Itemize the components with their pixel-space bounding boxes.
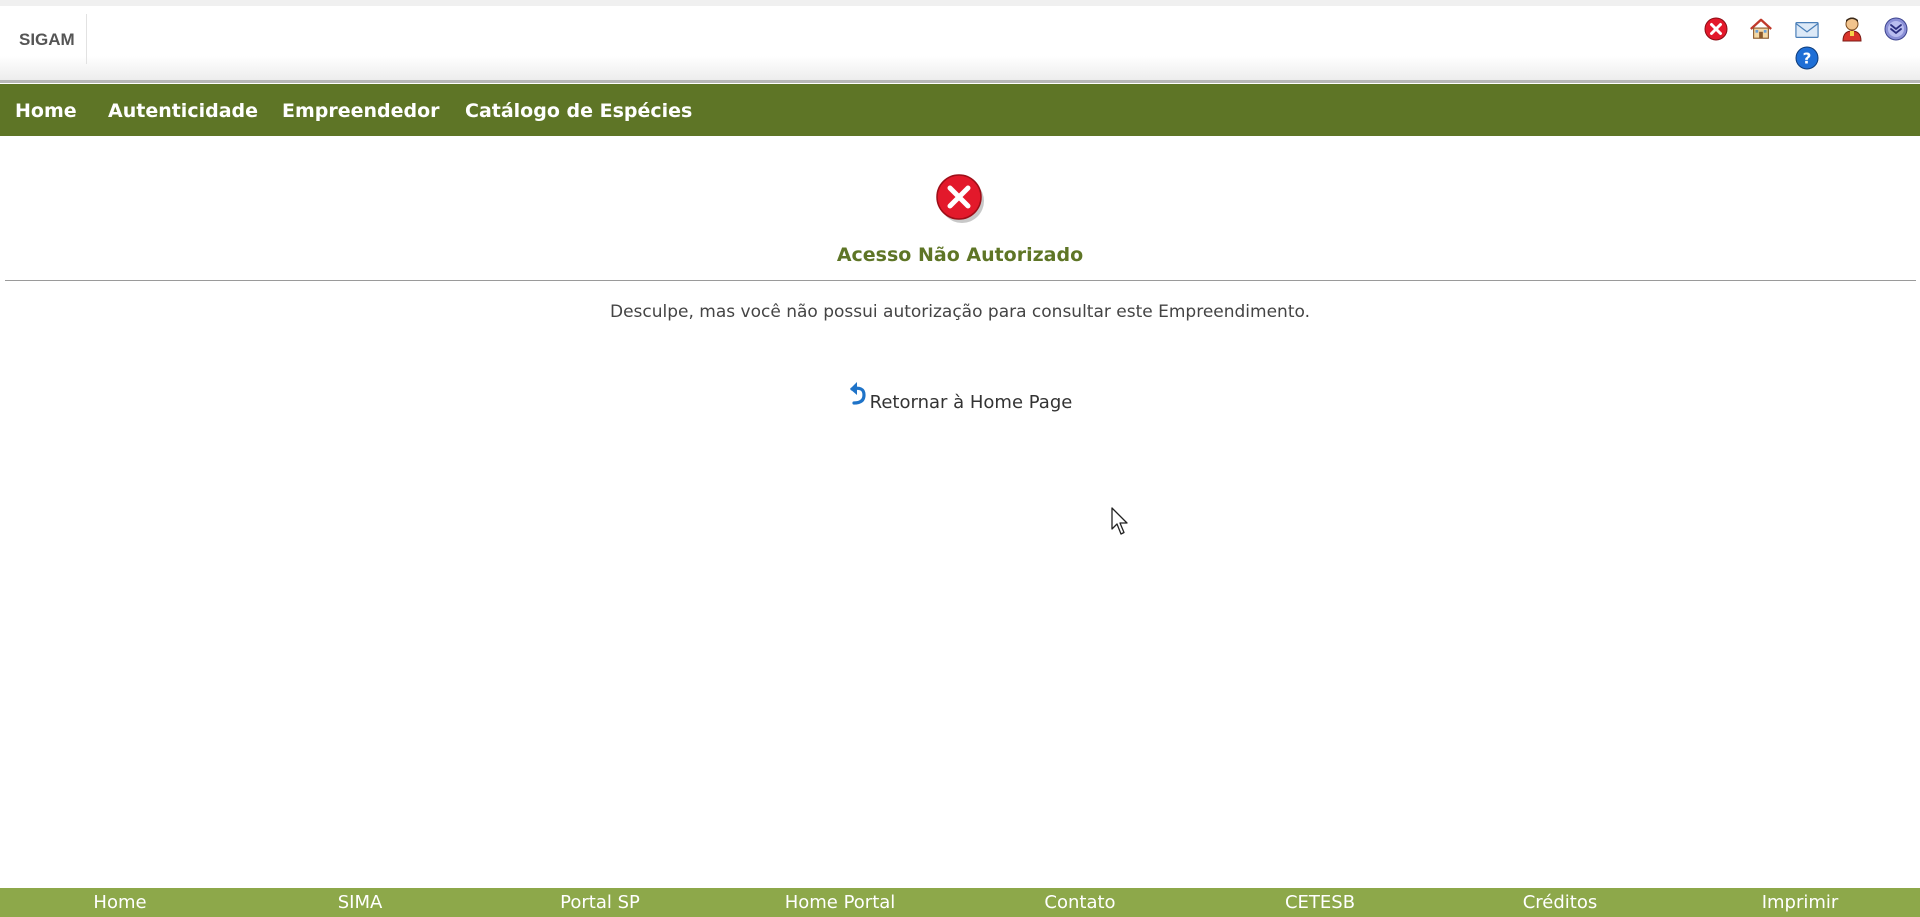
home-icon[interactable] [1749,17,1773,41]
user-icon[interactable] [1840,17,1864,42]
nav-item-autenticidade[interactable]: Autenticidade [108,100,258,122]
footer-item-portal-sp[interactable]: Portal SP [480,892,720,913]
return-home-link[interactable]: Retornar à Home Page [848,380,1073,413]
svg-text:?: ? [1803,50,1812,68]
return-home-label: Retornar à Home Page [869,392,1073,413]
mail-icon[interactable] [1795,18,1819,42]
footer-item-sima[interactable]: SIMA [240,892,480,913]
footer-item-creditos[interactable]: Créditos [1440,892,1680,913]
help-icon[interactable]: ? [1795,46,1819,70]
logo-divider [86,14,87,64]
mouse-cursor-icon [1111,507,1131,541]
error-icon [935,172,985,228]
nav-item-catalogo-especies[interactable]: Catálogo de Espécies [465,100,692,122]
nav-item-empreendedor[interactable]: Empreendedor [282,100,440,122]
footer-item-contato[interactable]: Contato [960,892,1200,913]
footer-item-home[interactable]: Home [0,892,240,913]
return-arrow-icon [848,380,868,411]
divider [5,280,1916,281]
header-top-strip [0,0,1920,6]
nav-item-home[interactable]: Home [15,100,77,122]
page-title: Acesso Não Autorizado [836,244,1084,266]
return-area: Retornar à Home Page [0,380,1920,413]
logo: SIGAM [19,30,75,49]
footer-item-imprimir[interactable]: Imprimir [1680,892,1920,913]
close-circle-icon[interactable] [1704,17,1728,41]
footer-item-home-portal[interactable]: Home Portal [720,892,960,913]
footer-item-cetesb[interactable]: CETESB [1200,892,1440,913]
main-nav: Home Autenticidade Empreendedor Catálogo… [0,84,1920,136]
footer: Home SIMA Portal SP Home Portal Contato … [0,888,1920,917]
chevron-down-circle-icon[interactable] [1884,17,1908,41]
error-message: Desculpe, mas você não possui autorizaçã… [610,302,1310,322]
header: SIGAM ? [0,0,1920,83]
